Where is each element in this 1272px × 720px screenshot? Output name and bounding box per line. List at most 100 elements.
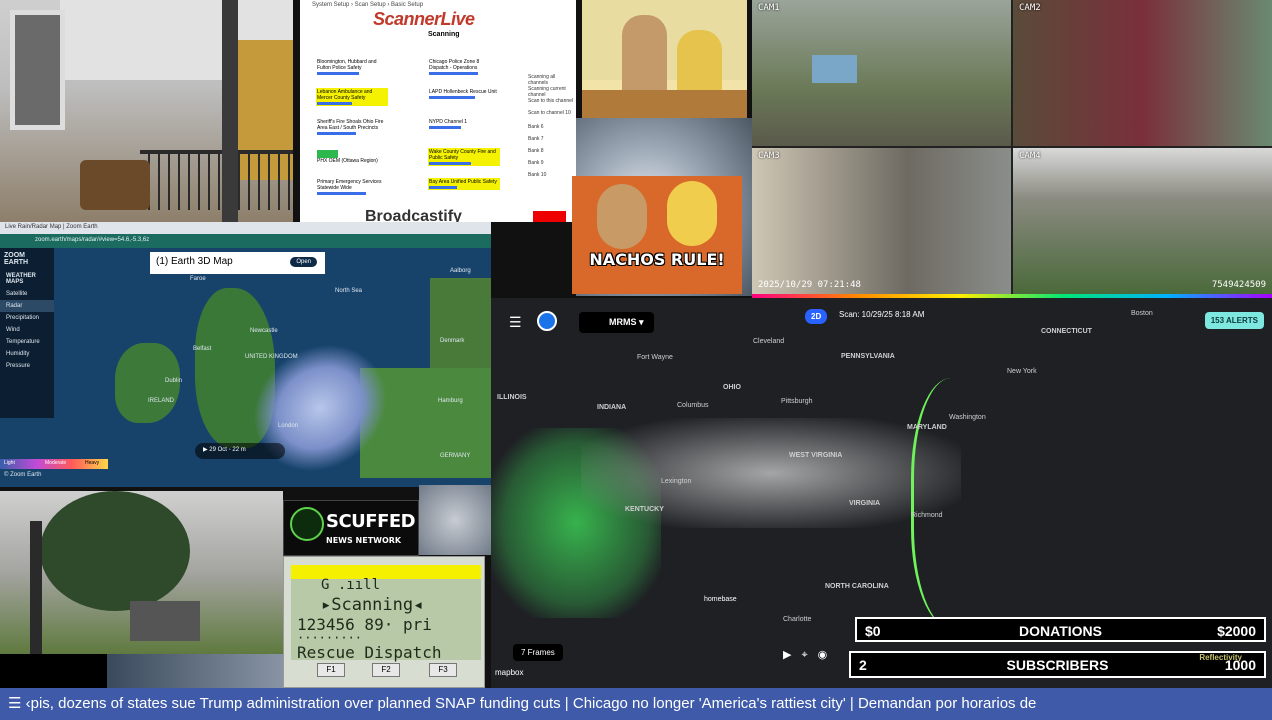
- scuffed-subtitle: NEWS NETWORK: [326, 536, 402, 545]
- city-label: New York: [1007, 368, 1037, 375]
- browser-tab[interactable]: Live Rain/Radar Map | Zoom Earth: [0, 222, 491, 234]
- gif-caption: NACHOS RULE!: [589, 250, 725, 269]
- hamburger-icon[interactable]: ☰: [509, 314, 522, 331]
- scanner-channel-5[interactable]: Sheriff's Fire Shoals Ohio Fire Area Eas…: [316, 118, 388, 136]
- layer-humidity[interactable]: Humidity: [0, 348, 54, 360]
- f2-button[interactable]: F2: [372, 663, 400, 677]
- state-label: NORTH CAROLINA: [825, 583, 889, 590]
- layer-pressure[interactable]: Pressure: [0, 360, 54, 372]
- camera-label: CAM3: [758, 151, 780, 161]
- record-button[interactable]: [533, 211, 566, 222]
- map-controls[interactable]: ▶⌖◉: [783, 648, 837, 662]
- product-label: MRMS: [609, 317, 637, 327]
- scanner-channel-9[interactable]: Primary Emergency Services Statewide Wid…: [316, 178, 388, 196]
- banner-open-button[interactable]: Open: [290, 257, 317, 267]
- precipitation-legend: Light Moderate Heavy: [0, 459, 108, 469]
- city-label: Fort Wayne: [637, 354, 673, 361]
- scan-option[interactable]: Bank 8: [528, 148, 544, 154]
- map-place-label: Denmark: [440, 338, 465, 344]
- camera-feed-1[interactable]: CAM1: [752, 0, 1011, 146]
- scan-option[interactable]: Scanning current channel: [528, 86, 576, 98]
- satellite-cloud-image: [419, 485, 491, 555]
- state-label: VIRGINIA: [849, 500, 881, 507]
- state-label: MARYLAND: [907, 424, 947, 431]
- view-mode-toggle[interactable]: 2D: [805, 309, 828, 324]
- scanner-channel-8[interactable]: Wake County County Fire and Public Safet…: [428, 148, 500, 166]
- homebase-marker[interactable]: homebase: [704, 596, 737, 603]
- scanner-channel-1[interactable]: Bloomington, Hubbard and Fulton Police S…: [316, 58, 388, 76]
- city-label: Cleveland: [753, 338, 785, 345]
- f1-button[interactable]: F1: [317, 663, 345, 677]
- legend-label: Moderate: [45, 460, 67, 466]
- city-label: Richmond: [911, 512, 943, 519]
- scanner-channel-6[interactable]: NYPD Channel 1: [428, 118, 500, 130]
- scan-option[interactable]: Scan to channel 10: [528, 110, 571, 116]
- porch-post: [222, 0, 238, 222]
- layer-radar[interactable]: Radar: [0, 300, 54, 312]
- play-icon[interactable]: ▶: [783, 649, 801, 661]
- scanner-channel-10[interactable]: Bay Area Unified Public Safety: [428, 178, 500, 190]
- map-place-label: Hamburg: [438, 398, 463, 404]
- power-icon[interactable]: [537, 311, 557, 331]
- alerts-badge[interactable]: 153 ALERTS: [1204, 312, 1264, 329]
- state-label: WEST VIRGINIA: [789, 452, 843, 459]
- denmark-landmass: [430, 278, 491, 368]
- scannerlive-logo: ScannerLive: [373, 9, 475, 29]
- zoom-earth-footer: © Zoom Earth: [4, 472, 42, 478]
- camera-timestamp: 2025/10/29 07:21:48: [758, 280, 861, 290]
- subscribers-goal: 2 SUBSCRIBERS Reflectivity 1000: [849, 651, 1266, 678]
- city-label: Washington: [949, 414, 986, 421]
- state-label: PENNSYLVANIA: [841, 353, 895, 360]
- browser-url-bar[interactable]: zoom.earth/maps/radar/#view=54.6,-5.3,6z: [0, 234, 491, 248]
- donations-label: DONATIONS: [1019, 623, 1102, 639]
- state-label: INDIANA: [597, 404, 627, 411]
- layer-temperature[interactable]: Temperature: [0, 336, 54, 348]
- scanner-lcd: G .ııll ▸Scanning◂ 123456 89· pri ······…: [291, 565, 481, 662]
- scanner-channel-2[interactable]: Chicago Police Zone 8 Dispatch - Operati…: [428, 58, 500, 76]
- city-label: Pittsburgh: [781, 398, 813, 405]
- state-label: OHIO: [723, 384, 741, 391]
- scan-option[interactable]: Bank 6: [528, 124, 544, 130]
- location-icon[interactable]: ⌖: [801, 649, 817, 661]
- scanner-radio-display: G .ııll ▸Scanning◂ 123456 89· pri ······…: [283, 556, 485, 688]
- map-place-label: UNITED KINGDOM: [245, 354, 298, 360]
- lcd-highlight-bar: [291, 565, 481, 579]
- map-place-label: North Sea: [335, 288, 363, 294]
- state-label: KENTUCKY: [625, 506, 664, 513]
- scanner-channel-4[interactable]: LAPD Hollenbeck Rescue Unit: [428, 88, 500, 100]
- map-place-label: IRELAND: [148, 398, 175, 404]
- scan-option[interactable]: Scan to this channel: [528, 98, 573, 104]
- scanner-channel-7[interactable]: PHX OEM (Ottawa Region): [316, 148, 388, 165]
- layers-title: WEATHER MAPS: [6, 273, 36, 285]
- camera-feed-4[interactable]: CAM4: [1013, 148, 1272, 294]
- scan-option[interactable]: Bank 10: [528, 172, 546, 178]
- scanner-breadcrumb[interactable]: System Setup › Scan Setup › Basic Setup: [312, 2, 423, 8]
- donations-target: $2000: [1217, 623, 1256, 639]
- f3-button[interactable]: F3: [429, 663, 457, 677]
- beavis-classroom-image: [582, 0, 747, 118]
- camera-feed-2[interactable]: CAM2: [1013, 0, 1272, 146]
- subscribers-target: 1000: [1224, 657, 1256, 673]
- layer-wind[interactable]: Wind: [0, 324, 54, 336]
- earth-3d-banner[interactable]: (1) Earth 3D Map Open: [150, 252, 325, 274]
- layer-satellite[interactable]: Satellite: [0, 288, 54, 300]
- layer-precipitation[interactable]: Precipitation: [0, 312, 54, 324]
- scanner-channel-3[interactable]: Lebanon Ambulance and Mercer County Safe…: [316, 88, 388, 106]
- house-window: [10, 10, 65, 130]
- product-selector[interactable]: MRMS ▾: [579, 312, 654, 333]
- scan-option[interactable]: Bank 9: [528, 160, 544, 166]
- state-label: ILLINOIS: [497, 394, 527, 401]
- camera-icon[interactable]: ◉: [818, 649, 838, 661]
- scan-option[interactable]: Scanning all channels: [528, 74, 576, 86]
- satellite-strip: [107, 654, 287, 688]
- map-place-label: Aalborg: [450, 268, 471, 274]
- scuffed-news-logo: SCUFFED NEWS NETWORK: [283, 500, 419, 556]
- scan-option[interactable]: Bank 7: [528, 136, 544, 142]
- map-place-label: GERMANY: [440, 453, 471, 459]
- camera-feed-3[interactable]: CAM3: [752, 148, 1011, 294]
- zoom-earth-browser: Live Rain/Radar Map | Zoom Earth zoom.ea…: [0, 222, 491, 487]
- frames-selector[interactable]: 7 Frames: [513, 644, 563, 661]
- radar-playback-bar[interactable]: ▶ 29 Oct ◦ 22 m: [195, 443, 285, 459]
- donations-goal: $0 DONATIONS $2000: [855, 617, 1266, 642]
- camera-label: CAM1: [758, 3, 780, 13]
